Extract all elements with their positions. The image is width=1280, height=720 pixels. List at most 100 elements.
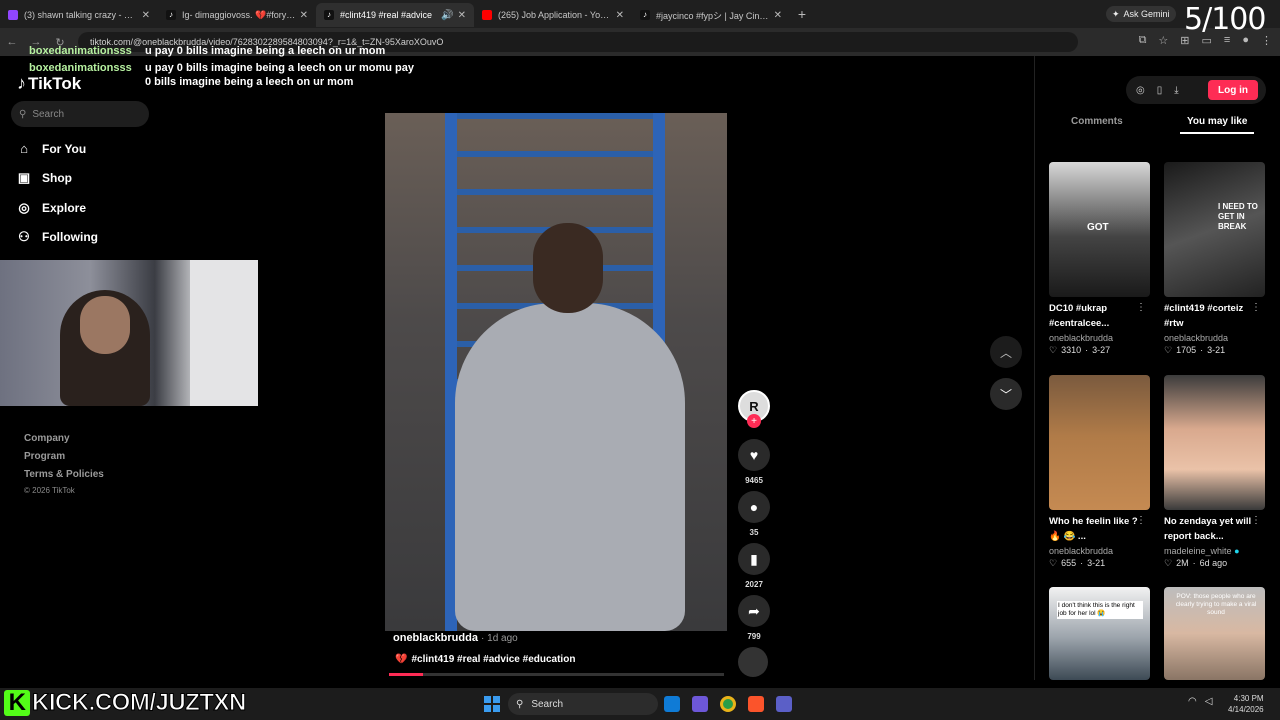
caption-hashtags: #clint419 #real #advice #education (411, 654, 576, 665)
heart-outline-icon: ♡ (1164, 345, 1173, 355)
card-author: oneblackbrudda (1049, 546, 1114, 556)
previous-video-button[interactable]: ︿ (990, 336, 1022, 368)
author-name: oneblackbrudda (393, 632, 478, 644)
streamer-webcam (0, 260, 258, 406)
stream-counter: 5/100 (1184, 2, 1266, 37)
back-icon[interactable]: ← (0, 36, 24, 48)
close-icon[interactable]: ✕ (774, 10, 782, 21)
video-author[interactable]: oneblackbrudda · 1d ago (393, 632, 518, 644)
chevron-down-icon: ﹀ (999, 387, 1012, 402)
nav-following[interactable]: ⚇ Following (16, 229, 98, 245)
nav-explore[interactable]: ◎ Explore (16, 200, 86, 216)
tab-you-may-like[interactable]: You may like (1187, 116, 1247, 127)
heart-icon: ♥ (738, 439, 770, 471)
speaker-icon[interactable]: 🔊 (441, 10, 453, 21)
tab-youtube[interactable]: (265) Job Application - YouTub ✕ (474, 3, 632, 27)
tiktok-icon: ♪ (166, 10, 176, 20)
taskbar-search[interactable]: ⚲ Search (508, 693, 658, 715)
card-meta: ♡ 1705 · 3-21 (1164, 345, 1226, 355)
tab-comments[interactable]: Comments (1071, 116, 1123, 127)
more-options-icon[interactable]: ⋮ (1136, 302, 1146, 313)
chat-text: 0 bills imagine being a leech on ur mom (145, 76, 354, 88)
download-icon[interactable]: ⤓ (1174, 85, 1178, 96)
bookmark-star-icon[interactable]: ☆ (1158, 34, 1168, 47)
gemini-label: Ask Gemini (1123, 9, 1170, 19)
tab-twitch[interactable]: (3) shawn talking crazy - Twitch ✕ (0, 3, 158, 27)
windows-start-button[interactable] (484, 696, 500, 712)
compass-icon: ◎ (18, 200, 30, 215)
phone-icon[interactable]: ▯ (1157, 85, 1163, 96)
comment-button[interactable]: ● 35 (738, 491, 770, 537)
tab-tiktok-jaycinco[interactable]: ♪ #jaycinco #fypシ | Jay Cinco | Ti ✕ (632, 3, 790, 27)
close-icon[interactable]: ✕ (458, 10, 466, 21)
edge-icon[interactable] (664, 696, 680, 712)
more-options-icon[interactable]: ⋮ (1251, 515, 1261, 526)
recommendation-card[interactable]: GOT DC10 #ukrap #centralcee... oneblackb… (1049, 162, 1150, 356)
next-video-button[interactable]: ﹀ (990, 378, 1022, 410)
chat-message: 0 bills imagine being a leech on ur mom (29, 76, 353, 88)
chevron-up-icon: ︿ (999, 345, 1012, 360)
tiktok-icon: ♪ (640, 10, 650, 20)
verified-badge-icon: ● (1234, 546, 1240, 556)
more-options-icon[interactable]: ⋮ (1251, 302, 1261, 313)
card-author: oneblackbrudda (1164, 333, 1229, 343)
save-button[interactable]: ▮ 2027 (738, 543, 770, 589)
active-tab-indicator (1180, 132, 1254, 134)
taskbar-clock[interactable]: 4:30 PM 4/14/2026 (1228, 693, 1264, 715)
system-tray: ◠ ◁ (1188, 696, 1212, 707)
heart-outline-icon: ♡ (1049, 558, 1058, 568)
new-tab-button[interactable]: + (790, 6, 814, 22)
recommendation-card[interactable]: Who he feelin like ? 🔥 😂 ... oneblackbru… (1049, 375, 1150, 569)
person-icon: ⚇ (18, 229, 30, 244)
compass-icon[interactable]: ◎ (1136, 85, 1145, 96)
recommendation-card[interactable]: POV: those people who are clearly trying… (1164, 587, 1265, 680)
chat-message: boxedanimationsss u pay 0 bills imagine b… (29, 45, 385, 57)
copilot-icon[interactable] (692, 696, 708, 712)
search-icon: ⚲ (19, 108, 27, 120)
recommendation-card[interactable]: No zendaya yet will report back... madel… (1164, 375, 1265, 569)
card-thumbnail: I NEED TO GET IN BREAK (1164, 162, 1265, 297)
search-placeholder: Search (32, 108, 65, 120)
wifi-icon[interactable]: ◠ (1188, 696, 1197, 707)
install-icon[interactable]: ⧉ (1139, 34, 1147, 47)
more-options-icon[interactable]: ⋮ (1136, 515, 1146, 526)
card-title: #clint419 #corteiz #rtw (1164, 303, 1244, 329)
close-icon[interactable]: ✕ (300, 10, 308, 21)
search-input[interactable]: ⚲ Search (11, 101, 149, 127)
card-author: madeleine_white ● (1164, 546, 1265, 556)
nav-for-you[interactable]: ⌂ For You (16, 141, 86, 156)
thumbnail-text: I don't think this is the right job for … (1057, 601, 1143, 619)
heart-outline-icon: ♡ (1164, 558, 1173, 568)
taskbar-apps (664, 696, 792, 712)
volume-icon[interactable]: ◁ (1205, 696, 1213, 707)
tab-title: #clint419 #real #advice (340, 10, 433, 20)
close-icon[interactable]: ✕ (616, 10, 624, 21)
like-button[interactable]: ♥ 9465 (738, 439, 770, 485)
brave-icon[interactable] (748, 696, 764, 712)
footer-company[interactable]: Company (24, 433, 70, 444)
card-meta: ♡ 3310 · 3-27 (1049, 345, 1111, 355)
recommendation-card[interactable]: I NEED TO GET IN BREAK #clint419 #cortei… (1164, 162, 1265, 356)
tab-tiktok-clint[interactable]: ♪ #clint419 #real #advice 🔊 ✕ (316, 3, 474, 27)
music-disc-button[interactable] (738, 647, 770, 677)
recommendation-card[interactable]: I don't think this is the right job for … (1049, 587, 1150, 680)
post-age: · 1d ago (481, 633, 518, 644)
tab-tiktok-dimaggio[interactable]: ♪ Ig- dimaggiovoss. 💔#foryoup ✕ (158, 3, 316, 27)
card-date: 3-21 (1087, 558, 1106, 568)
video-player[interactable] (385, 113, 727, 631)
video-caption[interactable]: 💔 #clint419 #real #advice #education (395, 654, 575, 665)
footer-terms[interactable]: Terms & Policies (24, 469, 104, 480)
footer-program[interactable]: Program (24, 451, 65, 462)
nav-shop[interactable]: ▣ Shop (16, 170, 72, 186)
chrome-icon[interactable] (720, 696, 736, 712)
close-icon[interactable]: ✕ (142, 10, 150, 21)
follow-plus-icon[interactable]: + (747, 414, 761, 428)
ask-gemini-button[interactable]: ✦ Ask Gemini (1106, 6, 1176, 22)
video-progress-bar[interactable] (389, 673, 724, 676)
login-button[interactable]: Log in (1208, 80, 1258, 100)
search-icon: ⚲ (516, 698, 524, 710)
share-button[interactable]: ➦ 799 (738, 595, 770, 641)
card-thumbnail: POV: those people who are clearly trying… (1164, 587, 1265, 680)
teams-icon[interactable] (776, 696, 792, 712)
author-name: madeleine_white (1164, 546, 1232, 556)
